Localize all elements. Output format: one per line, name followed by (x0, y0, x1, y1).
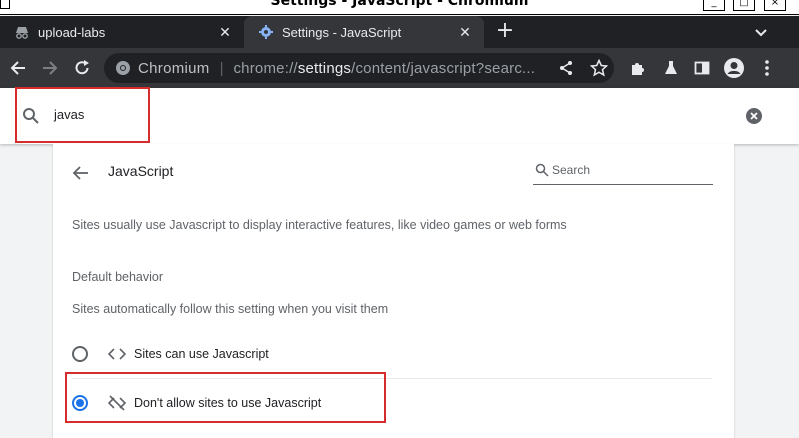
extensions-puzzle-icon[interactable] (626, 56, 650, 80)
side-panel-icon[interactable] (690, 56, 714, 80)
forward-arrow-icon[interactable] (38, 56, 62, 80)
option-highlight-box (65, 372, 386, 423)
close-window-button[interactable]: × (764, 0, 786, 11)
page-title: JavaScript (108, 163, 174, 179)
site-search-field[interactable]: Search (533, 160, 713, 185)
radio-allow-javascript[interactable] (72, 346, 88, 362)
tab-label: Settings - JavaScript (282, 24, 402, 40)
site-search-placeholder: Search (552, 163, 591, 177)
new-tab-button[interactable]: + (494, 20, 516, 43)
default-behavior-subtitle: Sites automatically follow this setting … (72, 302, 389, 316)
flask-labs-icon[interactable] (659, 56, 683, 80)
search-highlight-box (15, 87, 150, 143)
code-icon (108, 345, 126, 363)
minimize-button[interactable]: _ (703, 0, 725, 11)
maximize-button[interactable]: □ (733, 0, 755, 11)
tab-strip: upload-labs ✕ Settings - JavaScript ✕ + (0, 16, 799, 48)
window-titlebar: Settings - JavaScript - Chromium _ □ × (0, 0, 799, 15)
default-behavior-heading: Default behavior (72, 270, 164, 284)
gear-icon (258, 24, 274, 40)
close-tab-icon[interactable]: ✕ (456, 23, 474, 41)
browser-toolbar: Chromium | chrome://settings/content/jav… (0, 48, 799, 88)
tab-upload-labs[interactable]: upload-labs ✕ (0, 16, 244, 48)
back-arrow-icon[interactable] (71, 163, 91, 183)
option-allow-javascript[interactable]: Sites can use Javascript (72, 339, 712, 369)
window-title: Settings - JavaScript - Chromium (270, 0, 529, 9)
reload-icon[interactable] (70, 56, 94, 80)
chromium-icon (114, 59, 132, 77)
more-menu-icon[interactable] (755, 56, 779, 80)
tab-search-chevron-icon[interactable] (750, 22, 772, 42)
site-name: Chromium (138, 59, 210, 77)
close-tab-icon[interactable]: ✕ (216, 23, 234, 41)
page-description: Sites usually use Javascript to display … (72, 218, 567, 232)
option-label: Sites can use Javascript (134, 347, 269, 361)
profile-avatar-icon[interactable] (722, 56, 746, 80)
address-bar[interactable]: Chromium | chrome://settings/content/jav… (104, 53, 614, 83)
bookmark-star-icon[interactable] (587, 56, 611, 80)
url-separator: | (219, 59, 224, 77)
tab-label: upload-labs (38, 24, 106, 40)
incognito-icon (14, 24, 30, 40)
clear-search-icon[interactable] (745, 107, 763, 125)
back-arrow-icon[interactable] (6, 56, 30, 80)
share-icon[interactable] (554, 56, 578, 80)
tab-settings-javascript[interactable]: Settings - JavaScript ✕ (244, 16, 484, 48)
search-icon (535, 163, 549, 177)
